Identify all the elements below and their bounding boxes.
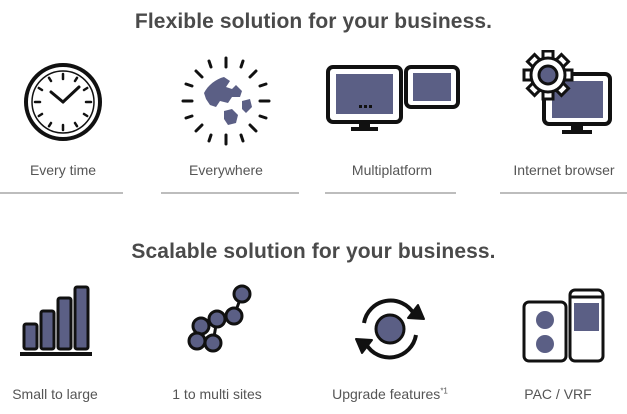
- section-title-scalable: Scalable solution for your business.: [131, 240, 496, 263]
- divider: [325, 192, 456, 194]
- feature-label: Everywhere: [189, 162, 263, 178]
- section-title-flexible: Flexible solution for your business.: [134, 10, 493, 33]
- feature-label: Small to large: [12, 386, 98, 402]
- feature-label: 1 to multi sites: [172, 386, 262, 402]
- feature-label: Multiplatform: [351, 162, 433, 178]
- divider: [161, 192, 299, 194]
- feature-label: PAC / VRF: [524, 386, 592, 402]
- footnote-marker: *1: [440, 386, 448, 396]
- network-nodes-icon: [147, 281, 287, 355]
- multiple-screens-icon: [322, 64, 462, 132]
- globe-sun-icon: [156, 55, 296, 147]
- clock-icon: [0, 60, 133, 144]
- refresh-cycle-icon: [320, 289, 460, 369]
- divider: [500, 192, 627, 194]
- feature-label: Every time: [29, 162, 97, 178]
- monitor-gear-icon: [494, 50, 627, 140]
- divider: [0, 192, 123, 194]
- feature-label-text: Upgrade features: [332, 386, 441, 402]
- feature-label: Upgrade features*1: [320, 386, 460, 402]
- outdoor-unit-icon: [488, 286, 627, 366]
- feature-label: Internet browser: [513, 162, 615, 178]
- bar-chart-icon: [0, 284, 125, 358]
